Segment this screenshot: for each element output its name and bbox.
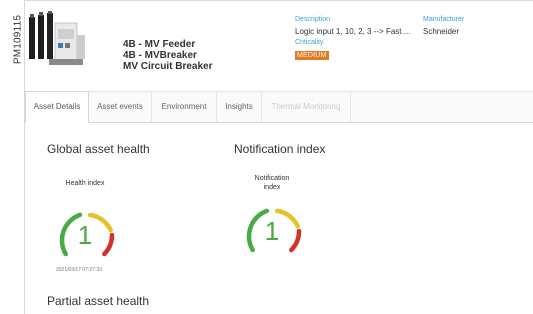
- notification-index-value: 1: [264, 216, 280, 246]
- health-index-value: 1: [77, 220, 93, 250]
- description-value: Logic input 1, 10, 2, 3 --> Fast ...: [295, 27, 411, 36]
- asset-detail-panel: 4B - MV Feeder 4B - MVBreaker MV Circuit…: [24, 0, 533, 314]
- manufacturer-value: Schneider: [423, 27, 460, 36]
- notification-index-title: Notification index: [234, 142, 326, 156]
- tab-asset-events[interactable]: Asset events: [89, 92, 152, 122]
- asset-breaker-line: 4B - MVBreaker: [123, 50, 197, 61]
- description-label: Description: [295, 16, 331, 23]
- asset-type-line: MV Circuit Breaker: [123, 61, 213, 72]
- manufacturer-label: Manufacturer: [423, 16, 465, 23]
- tab-insights[interactable]: Insights: [217, 92, 262, 122]
- criticality-badge: MEDIUM: [295, 51, 329, 60]
- circuit-breaker-product-image: [29, 11, 85, 65]
- tab-thermal-monitoring: Thermal Monitoring: [262, 92, 351, 122]
- asset-tab-bar: Asset Details Asset events Environment I…: [25, 91, 533, 123]
- criticality-label: Criticality: [295, 39, 324, 46]
- tab-asset-details[interactable]: Asset Details: [25, 91, 89, 123]
- asset-location-line: 4B - MV Feeder: [123, 39, 196, 50]
- health-index-label: Health index: [65, 180, 105, 187]
- tab-environment[interactable]: Environment: [152, 92, 217, 122]
- global-asset-health-title: Global asset health: [47, 142, 150, 156]
- notification-label-line1: Notification: [254, 175, 290, 182]
- asset-name-block: 4B - MV Feeder 4B - MVBreaker MV Circuit…: [123, 39, 212, 72]
- partial-asset-health-title: Partial asset health: [47, 294, 150, 308]
- notification-label-line2: index: [263, 184, 281, 191]
- document-reference-code: PM109115: [12, 14, 24, 65]
- health-index-timestamp: 2021/03/17 07:27:33: [56, 267, 102, 273]
- notification-index-label: Notification index: [232, 174, 312, 192]
- asset-header: 4B - MV Feeder 4B - MVBreaker MV Circuit…: [25, 1, 533, 87]
